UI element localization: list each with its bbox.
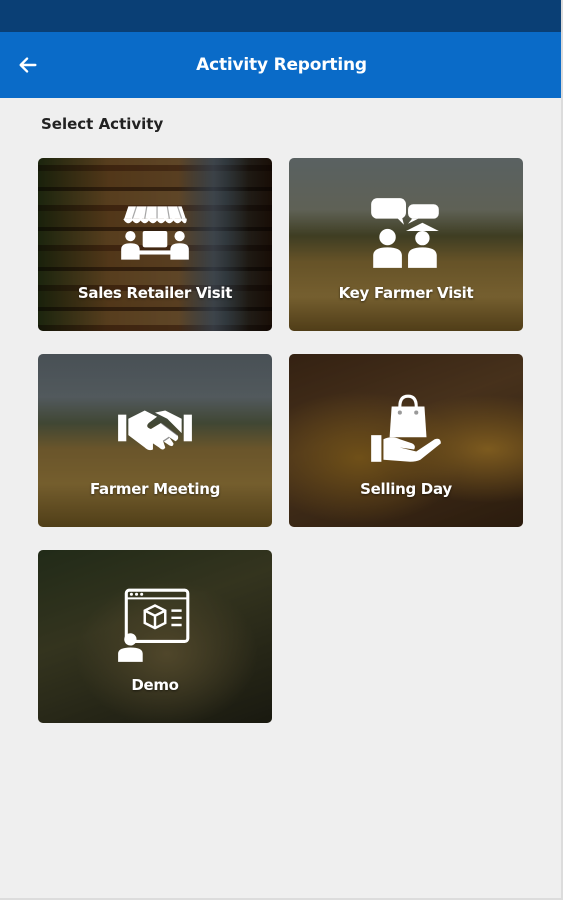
store-people-icon — [121, 206, 189, 260]
app-bar: Activity Reporting — [0, 32, 561, 98]
status-bar — [0, 0, 561, 32]
activity-label: Demo — [131, 676, 179, 694]
app-screen: Activity Reporting Select Activity Sales… — [0, 0, 563, 900]
activity-tile-farmer-meeting[interactable]: Farmer Meeting — [38, 354, 272, 527]
activity-label: Farmer Meeting — [89, 480, 221, 498]
back-button[interactable] — [14, 51, 42, 79]
activity-label: Key Farmer Visit — [338, 284, 474, 302]
arrow-left-icon — [19, 57, 37, 73]
handshake-icon — [118, 410, 192, 451]
activity-tile-selling-day[interactable]: Selling Day — [289, 354, 523, 527]
activity-tile-key-farmer-visit[interactable]: Key Farmer Visit — [289, 158, 523, 331]
activity-label: Sales Retailer Visit — [77, 284, 233, 302]
page-title: Activity Reporting — [196, 55, 367, 75]
presentation-box-icon — [118, 588, 190, 662]
activity-label: Selling Day — [360, 480, 452, 498]
section-label: Select Activity — [41, 115, 164, 133]
farmers-chat-icon — [371, 198, 439, 268]
activity-tile-sales-retailer-visit[interactable]: Sales Retailer Visit — [38, 158, 272, 331]
hand-shopping-bag-icon — [371, 394, 441, 462]
activity-tile-demo[interactable]: Demo — [38, 550, 272, 723]
